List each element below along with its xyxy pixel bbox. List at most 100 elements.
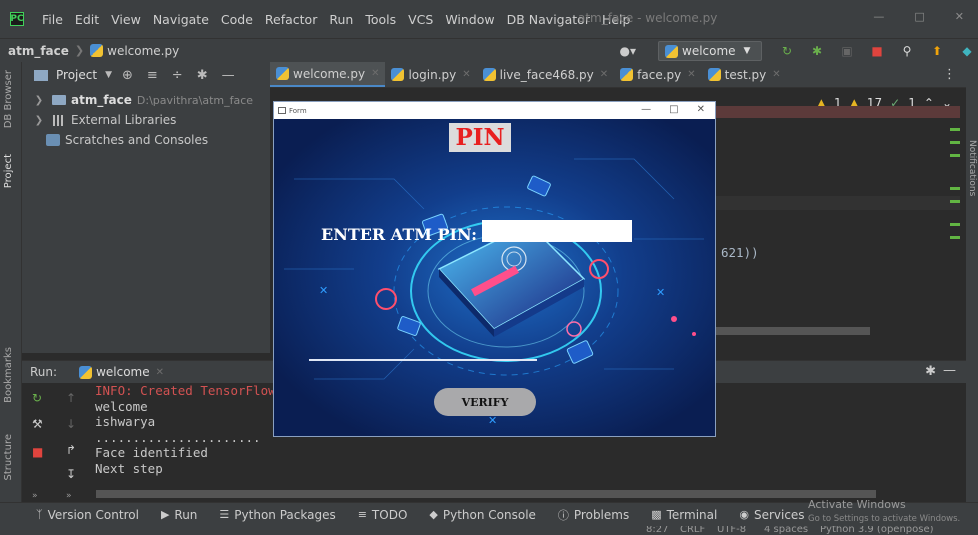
close-icon[interactable]: ✕: [462, 69, 470, 80]
form-titlebar[interactable]: Form — □ ✕: [274, 102, 715, 119]
menu-window[interactable]: Window: [445, 12, 494, 27]
rerun-icon[interactable]: ↻: [32, 391, 42, 405]
project-tool[interactable]: Project: [3, 154, 14, 188]
user-account-icon[interactable]: ●▾: [620, 44, 637, 58]
tab-test-py[interactable]: test.py ✕: [702, 62, 787, 87]
hide-icon[interactable]: —: [222, 68, 235, 83]
wrench-icon[interactable]: ⚒: [32, 417, 43, 431]
breadcrumb-project[interactable]: atm_face: [8, 44, 69, 58]
tree-item-external-libraries[interactable]: ❯ External Libraries: [22, 110, 270, 130]
file-encoding[interactable]: UTF-8: [717, 526, 746, 535]
change-marker[interactable]: [950, 223, 960, 226]
maximize-icon[interactable]: □: [914, 10, 924, 23]
expand-all-icon[interactable]: ≡: [147, 68, 158, 83]
run-actions: ↻ ↑ ⚒ ↓ ■ ↱ ↧ » »: [22, 383, 82, 503]
terminal-tab[interactable]: ▩ Terminal: [651, 508, 717, 522]
menu-code[interactable]: Code: [221, 12, 253, 27]
menu-file[interactable]: File: [42, 12, 63, 27]
change-marker[interactable]: [950, 141, 960, 144]
tab-live-face468-py[interactable]: live_face468.py ✕: [477, 62, 615, 87]
menu-vcs[interactable]: VCS: [408, 12, 433, 27]
maximize-icon[interactable]: □: [669, 104, 678, 115]
collapse-all-icon[interactable]: ÷: [172, 68, 183, 83]
services-tab[interactable]: ◉ Services: [739, 508, 804, 522]
plugin-logo-icon[interactable]: ◆: [960, 44, 974, 58]
tab-login-py[interactable]: login.py ✕: [385, 62, 476, 87]
run-tool-tab[interactable]: ▶ Run: [161, 508, 197, 522]
version-control-tab[interactable]: ᛉ Version Control: [36, 508, 139, 522]
change-marker[interactable]: [950, 128, 960, 131]
console-output[interactable]: INFO: Created TensorFlow welcome ishwary…: [95, 383, 276, 476]
code-text: 621)): [721, 245, 759, 260]
gear-icon[interactable]: ✱: [197, 68, 208, 83]
gear-icon[interactable]: ✱: [925, 364, 936, 379]
scroll-to-end-icon[interactable]: ↧: [66, 467, 76, 481]
search-icon[interactable]: ⚲: [900, 44, 914, 58]
menu-run[interactable]: Run: [329, 12, 353, 27]
structure-tool[interactable]: Structure: [3, 434, 14, 481]
info-icon: ⓘ: [557, 508, 569, 522]
menu-refactor[interactable]: Refactor: [265, 12, 317, 27]
python-interpreter[interactable]: Python 3.9 (openpose): [820, 526, 934, 535]
close-icon[interactable]: ✕: [687, 69, 695, 80]
console-line: Face identified: [95, 445, 208, 460]
python-packages-tab[interactable]: ☰ Python Packages: [219, 508, 335, 522]
breadcrumb-file[interactable]: welcome.py: [90, 43, 179, 58]
tree-item-atm-face[interactable]: ❯ atm_face D:\pavithra\atm_face: [22, 90, 270, 110]
more-icon[interactable]: »: [32, 491, 38, 501]
menu-edit[interactable]: Edit: [75, 12, 99, 27]
caret-position[interactable]: 8:27: [646, 526, 668, 535]
tree-item-scratches[interactable]: Scratches and Consoles: [22, 130, 270, 150]
minimize-icon[interactable]: —: [641, 104, 651, 115]
window-controls: — □ ✕: [873, 10, 964, 23]
close-icon[interactable]: ✕: [156, 367, 164, 378]
close-icon[interactable]: ✕: [697, 104, 705, 115]
close-icon[interactable]: ✕: [955, 10, 964, 23]
debug-icon[interactable]: ✱: [810, 44, 824, 58]
coverage-icon[interactable]: ▣: [840, 44, 854, 58]
change-marker[interactable]: [950, 200, 960, 203]
run-config-select[interactable]: welcome ▼: [658, 41, 762, 61]
problems-tab[interactable]: ⓘ Problems: [558, 507, 629, 523]
stop-icon[interactable]: ■: [32, 445, 43, 459]
indent-setting[interactable]: 4 spaces: [764, 526, 808, 535]
verify-button[interactable]: VERIFY: [434, 388, 536, 416]
minimize-panel-icon[interactable]: —: [943, 363, 956, 378]
more-vertical-icon[interactable]: ⋮: [943, 67, 956, 82]
up-arrow-icon[interactable]: ↑: [66, 391, 76, 405]
db-browser-tool[interactable]: DB Browser: [3, 70, 14, 128]
locate-icon[interactable]: ⊕: [122, 68, 133, 83]
stop-icon[interactable]: ■: [870, 44, 884, 58]
bookmarks-tool[interactable]: Bookmarks: [3, 347, 14, 403]
line-separator[interactable]: CRLF: [680, 526, 705, 535]
svg-text:✕: ✕: [656, 286, 665, 299]
python-console-tab[interactable]: ◆ Python Console: [429, 508, 536, 522]
close-icon[interactable]: ✕: [371, 68, 379, 79]
more-icon[interactable]: »: [66, 491, 72, 501]
pin-input[interactable]: [482, 220, 632, 242]
expand-arrow-icon[interactable]: ❯: [32, 95, 46, 106]
chevron-down-icon[interactable]: ▼: [105, 70, 112, 80]
down-arrow-icon[interactable]: ↓: [66, 417, 76, 431]
update-icon[interactable]: ⬆: [930, 44, 944, 58]
run-tab-welcome[interactable]: welcome ✕: [79, 365, 164, 379]
python-run-config-icon: [665, 44, 678, 58]
notifications-tool[interactable]: Notifications: [967, 140, 977, 196]
rerun-icon[interactable]: ↻: [780, 44, 794, 58]
change-marker[interactable]: [950, 187, 960, 190]
project-view-select[interactable]: Project: [56, 68, 97, 82]
console-horizontal-scrollbar[interactable]: [96, 490, 876, 498]
menu-navigate[interactable]: Navigate: [153, 12, 209, 27]
todo-tab[interactable]: ≡ TODO: [358, 508, 408, 522]
change-marker[interactable]: [950, 236, 960, 239]
expand-arrow-icon[interactable]: ❯: [32, 115, 46, 126]
change-marker[interactable]: [950, 154, 960, 157]
soft-wrap-icon[interactable]: ↱: [66, 443, 76, 457]
tab-welcome-py[interactable]: welcome.py ✕: [270, 62, 386, 87]
close-icon[interactable]: ✕: [772, 69, 780, 80]
minimize-icon[interactable]: —: [873, 10, 884, 23]
tab-face-py[interactable]: face.py ✕: [614, 62, 701, 87]
close-icon[interactable]: ✕: [600, 69, 608, 80]
menu-tools[interactable]: Tools: [365, 12, 396, 27]
menu-view[interactable]: View: [111, 12, 141, 27]
